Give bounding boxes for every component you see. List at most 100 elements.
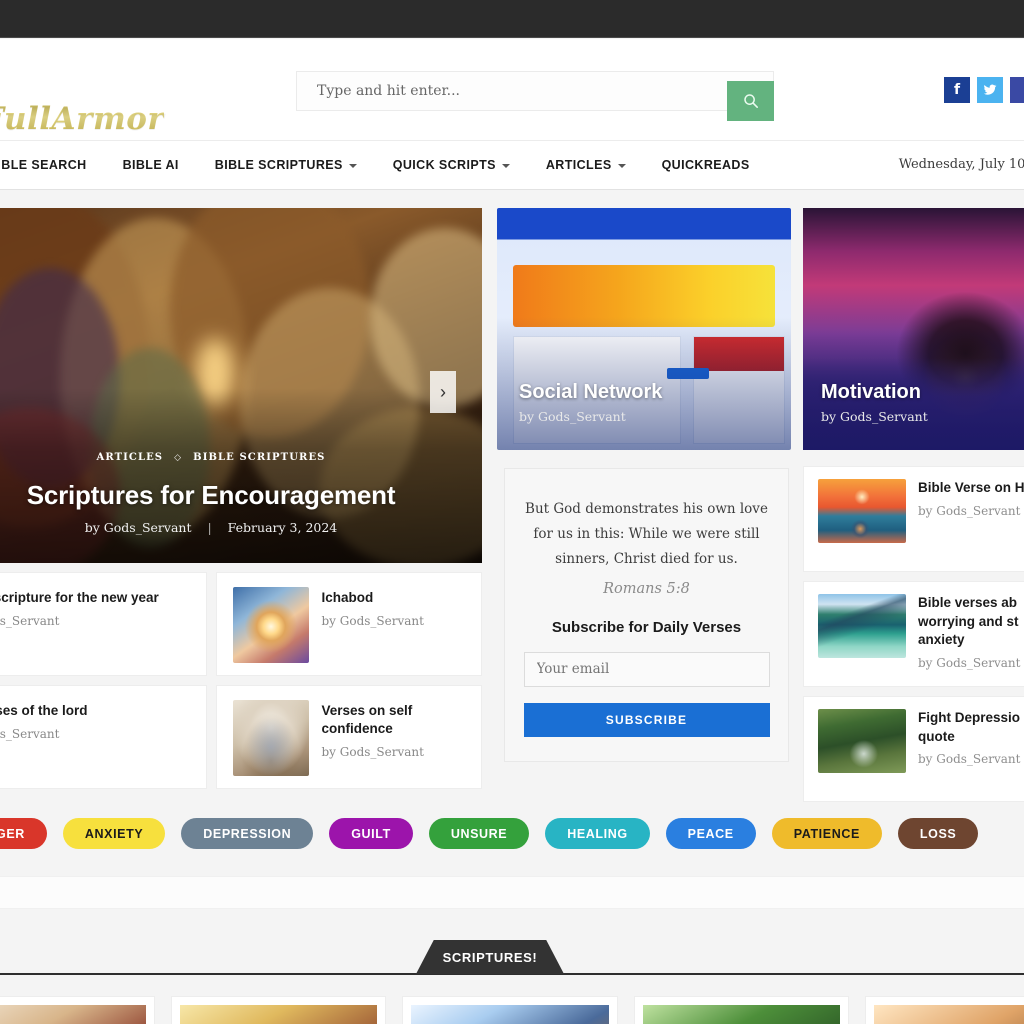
subscribe-heading: Subscribe for Daily Verses [551,618,742,636]
nav-item-articles[interactable]: Articles [528,158,644,172]
card-author: by Gods_Servant [821,409,928,424]
list-item[interactable]: Verses on self confidence by Gods_Servan… [215,685,482,789]
nav-item-bible-search[interactable]: Bible Search [0,158,105,172]
card-thumbnail [411,1005,609,1024]
search-input[interactable] [296,71,774,111]
featured-card-motivation[interactable]: Motivation by Gods_Servant [803,208,1024,450]
twitter-icon[interactable] [977,77,1003,103]
nav-label: Quick Scripts [392,158,496,172]
card-title[interactable]: Promises of the lord [0,702,190,720]
card-thumbnail [818,479,906,543]
card-title-line: Bible verses ab [918,595,1018,610]
nav-label: Bible Search [0,158,87,172]
nav-items: Bible Search Bible AI Bible Scriptures Q… [0,158,768,172]
card-author: by Gods_Servant [918,752,1021,767]
diamond-separator-icon: ◇ [174,452,183,463]
card-title[interactable]: Ichabod [322,589,466,607]
card-title[interactable]: Social Network [519,381,662,404]
tag-unsure[interactable]: UNSURE [428,818,530,849]
card-author: by Gods_Servant [321,745,424,760]
social-links: f [944,77,1024,103]
section-tab-label: SCRIPTURES! [442,949,538,965]
topic-tags: GER ANXIETY DEPRESSION GUILT UNSURE HEALING PE… [0,818,1024,849]
tag-ger[interactable]: GER [0,818,47,849]
hero-byline: by Gods_Servant | February 3, 2024 [0,520,482,535]
left-article-grid: Bible scripture for the new year by Gods… [0,572,482,789]
content-divider-strip [0,876,1024,909]
verse-text: But God demonstrates his own love for us… [525,501,768,567]
scripture-card[interactable] [0,996,156,1024]
card-body: Verses on self confidence by Gods_Servan… [322,700,466,759]
hero-author: by Gods_Servant [84,520,192,535]
scripture-card[interactable] [864,996,1024,1024]
list-item[interactable]: Bible Verse on H by Gods_Servant [803,466,1024,572]
carousel-next-button[interactable]: › [430,371,456,413]
search-button[interactable] [727,81,774,121]
card-thumbnail [873,1005,1024,1024]
nav-label: Bible AI [122,158,179,172]
nav-item-quickreads[interactable]: QuickReads [644,158,768,172]
featured-card-social-network[interactable]: Social Network by Gods_Servant [497,208,791,450]
scripture-card[interactable] [171,996,387,1024]
subscribe-button[interactable]: SUBSCRIBE [523,702,770,737]
nav-label: Articles [545,158,612,172]
top-admin-bar [0,0,1024,38]
section-tab[interactable]: SCRIPTURES! [416,940,564,974]
tag-healing[interactable]: HEALING [545,818,650,849]
tag-anxiety[interactable]: ANXIETY [62,818,166,849]
search-form [296,71,774,121]
card-title[interactable]: Bible scripture for the new year [0,589,190,607]
email-field[interactable] [523,651,770,687]
nav-item-bible-scriptures[interactable]: Bible Scriptures [197,158,375,172]
card-author: by Gods_Servant [321,614,424,629]
card-title-line: anxiety [918,632,965,648]
hero-categories: ARTICLES ◇ BIBLE SCRIPTURES [0,452,482,463]
chevron-down-icon [348,164,357,168]
byline-separator: | [207,520,212,535]
hero-category-1[interactable]: ARTICLES [96,452,163,463]
card-body: Ichabod by Gods_Servant [322,587,466,628]
list-item[interactable]: Bible scripture for the new year by Gods… [0,572,207,676]
card-thumbnail [0,1005,147,1024]
tag-peace[interactable]: PEACE [665,818,756,849]
tag-loss[interactable]: LOSS [897,818,979,849]
card-title-line: Fight Depressio [918,710,1021,725]
card-title[interactable]: Verses on self confidence [322,702,466,738]
hero-overlay [0,388,482,563]
right-column: Motivation by Gods_Servant Bible Verse o… [803,208,1024,811]
list-item[interactable]: Bible verses ab worrying and st anxiety … [803,581,1024,687]
list-item[interactable]: Ichabod by Gods_Servant [215,572,482,676]
hero-featured-article[interactable]: ARTICLES ◇ BIBLE SCRIPTURES Scriptures f… [0,208,482,563]
list-item[interactable]: Fight Depressio quote by Gods_Servant [803,696,1024,802]
card-thumbnail [180,1005,378,1024]
site-logo[interactable]: FullArmor [0,101,164,137]
card-title[interactable]: Bible verses ab worrying and st anxiety [918,594,1020,650]
card-author: by Gods_Servant [918,503,1021,518]
card-body: Bible scripture for the new year by Gods… [0,587,190,628]
nav-label: QuickReads [661,158,750,172]
facebook-icon[interactable]: f [944,77,970,103]
list-item[interactable]: Promises of the lord by Gods_Servant [0,685,207,789]
card-title[interactable]: Fight Depressio quote [918,709,1020,746]
scriptures-card-grid [0,996,1024,1024]
card-title[interactable]: Motivation [821,381,921,404]
scripture-card[interactable] [633,996,849,1024]
verse-reference: Romans 5:8 [603,580,690,597]
third-social-icon[interactable] [1010,77,1024,103]
nav-item-bible-ai[interactable]: Bible AI [105,158,197,172]
card-thumbnail [232,700,309,776]
hero-category-2[interactable]: BIBLE SCRIPTURES [193,452,325,463]
chevron-down-icon [501,164,510,168]
tag-depression[interactable]: DEPRESSION [181,818,314,849]
hero-title[interactable]: Scriptures for Encouragement [0,480,482,511]
tag-patience[interactable]: PATIENCE [771,818,882,849]
scripture-card[interactable] [402,996,618,1024]
current-date: Wednesday, July 10, 2 [898,157,1024,172]
nav-item-quick-scripts[interactable]: Quick Scripts [375,158,528,172]
tag-guilt[interactable]: GUILT [329,818,413,849]
nav-label: Bible Scriptures [214,158,343,172]
chevron-down-icon [617,164,626,168]
hero-date: February 3, 2024 [227,520,338,535]
main-navigation: Bible Search Bible AI Bible Scriptures Q… [0,141,1024,190]
card-title[interactable]: Bible Verse on H [918,479,1024,498]
